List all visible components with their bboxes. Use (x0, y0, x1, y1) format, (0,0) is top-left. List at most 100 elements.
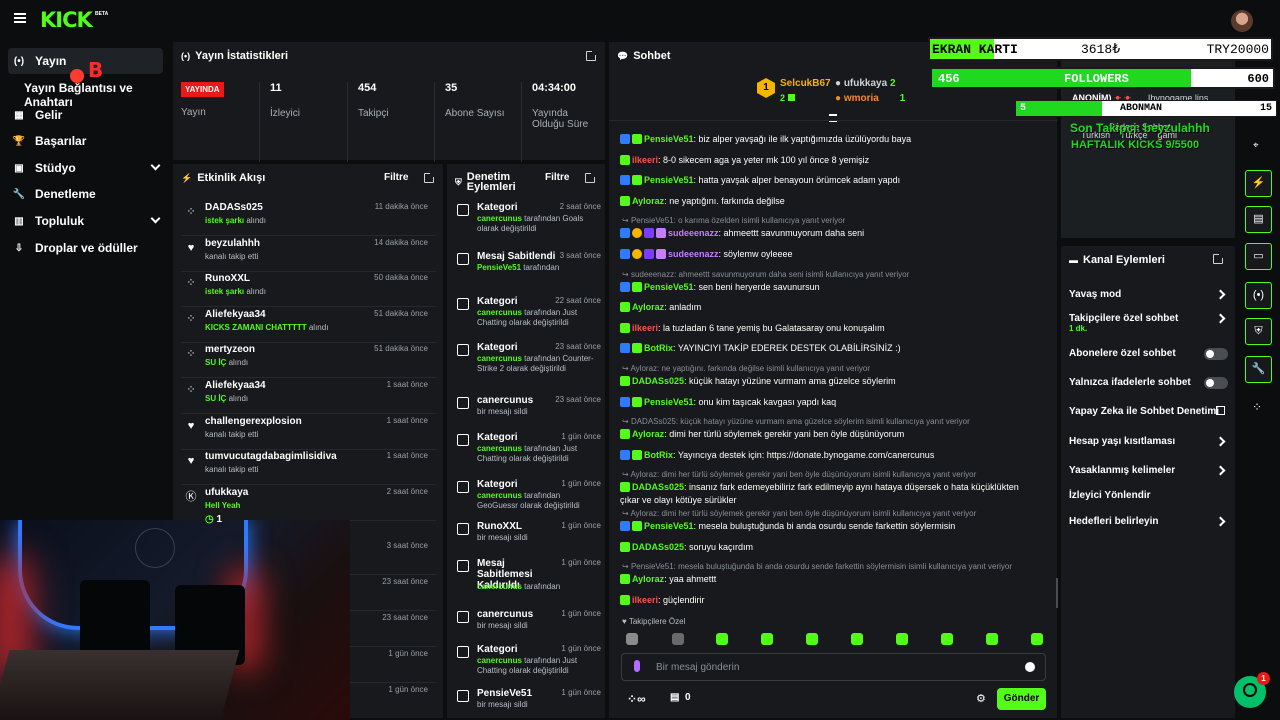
stream-stats-panel: (•) Yayın İstatistikleri YAYINDA Yayın 11 İ… (173, 42, 605, 162)
activity-username[interactable]: tumvucutagdabagimlisidiva (205, 451, 337, 462)
chat-username[interactable]: BotRix (644, 343, 673, 353)
emote-icon[interactable] (1031, 633, 1043, 645)
chat-scrollbar[interactable] (1056, 578, 1058, 608)
chat-username[interactable]: Ayloraz (632, 196, 664, 206)
chat-username[interactable]: PensieVe51 (644, 175, 694, 185)
chat-input[interactable]: Bir mesaj gönderin (621, 653, 1046, 681)
chat-username[interactable]: DADASs025 (632, 482, 684, 492)
emote-icon[interactable] (716, 633, 728, 645)
kick-logo[interactable]: KICK (40, 8, 93, 32)
chat-username[interactable]: sudeeenazz (668, 249, 719, 259)
moderation-user[interactable]: canercunus (477, 491, 522, 500)
chat-username[interactable]: sudeeenazz (668, 228, 719, 238)
emote-icon[interactable] (941, 633, 953, 645)
chat-username[interactable]: ilkeeri (632, 323, 658, 333)
chat-username[interactable]: ilkeeri (632, 155, 658, 165)
channel-action-3[interactable]: Abonelere özel sohbet (1069, 348, 1176, 359)
activity-username[interactable]: mertyzeon (205, 344, 255, 355)
moderation-time: 1 gün önce (561, 521, 601, 530)
leaderboard-name[interactable]: SelcukB67 (780, 78, 831, 89)
channel-action-4[interactable]: Yalnızca ifadelerle sohbet (1069, 377, 1191, 388)
activity-detail: istek şarkı alındı (205, 287, 266, 296)
avatar[interactable] (1231, 10, 1253, 32)
chat-username[interactable]: PensieVe51 (644, 521, 694, 531)
channel-action-5[interactable]: Yapay Zeka ile Sohbet Denetimi (1069, 406, 1219, 417)
trash-icon (457, 523, 469, 535)
settings-gear-icon[interactable]: ⚙ (976, 692, 986, 705)
quick-broadcast-button[interactable]: (•) (1245, 282, 1272, 309)
leaderboard-third[interactable]: ● wmoria 1 (835, 93, 905, 104)
community-icon[interactable]: ⁘ (1252, 400, 1262, 414)
chat-points[interactable]: ⁘∞ (627, 692, 646, 706)
expand-icon[interactable] (585, 172, 596, 183)
expand-icon[interactable] (586, 50, 597, 61)
moderation-user[interactable]: canercunus (477, 582, 522, 591)
sidebar-item-basarilar[interactable]: 🏆 Başarılar (8, 128, 163, 154)
chat-username[interactable]: PensieVe51 (644, 282, 694, 292)
chat-username[interactable]: ilkeeri (632, 595, 658, 605)
activity-username[interactable]: RunoXXL (205, 273, 250, 284)
external-link-icon[interactable] (1216, 406, 1225, 415)
filter-button[interactable]: Filtre (384, 172, 408, 183)
moderation-user[interactable]: canercunus (477, 354, 522, 363)
chat-username[interactable]: BotRix (644, 450, 673, 460)
activity-username[interactable]: challengerexplosion (205, 416, 302, 427)
emote-icon[interactable] (761, 633, 773, 645)
moderation-user[interactable]: canercunus (477, 308, 522, 317)
channel-action-2[interactable]: Takipçilere özel sohbet 1 dk. (1069, 313, 1178, 333)
menu-icon[interactable] (14, 13, 26, 23)
toggle-switch[interactable] (1204, 348, 1228, 360)
chat-username[interactable]: PensieVe51 (644, 397, 694, 407)
emote-icon[interactable] (851, 633, 863, 645)
channel-action-9[interactable]: Hedefleri belirleyin (1069, 516, 1158, 527)
filter-button[interactable]: Filtre (545, 172, 569, 183)
moderation-user[interactable]: canercunus (477, 444, 522, 453)
mic-icon[interactable] (634, 660, 640, 672)
sidebar-item-studyo[interactable]: ▣ Stüdyo (8, 155, 163, 181)
quick-tools-button[interactable]: 🔧 (1245, 356, 1272, 383)
expand-icon[interactable] (424, 172, 435, 183)
send-button[interactable]: Gönder (997, 688, 1046, 710)
emote-icon[interactable] (806, 633, 818, 645)
expand-icon[interactable] (1213, 253, 1224, 264)
chat-username[interactable]: DADASs025 (632, 376, 684, 386)
emote-icon[interactable] (626, 633, 638, 645)
moderation-user[interactable]: PensieVe51 (477, 263, 521, 272)
activity-username[interactable]: Aliefekyaa34 (205, 380, 266, 391)
quick-mod-button[interactable]: ⛨ (1245, 318, 1272, 345)
quick-notes-button[interactable]: ▤ (1245, 206, 1272, 233)
sidebar-item-denetleme[interactable]: 🔧 Denetleme (8, 181, 163, 207)
quick-chat-button[interactable]: ▭ (1245, 243, 1272, 270)
emoji-icon[interactable] (1025, 662, 1035, 672)
activity-username[interactable]: ufukkaya (205, 487, 248, 498)
chat-username[interactable]: Ayloraz (632, 429, 664, 439)
quick-bolt-button[interactable]: ⚡ (1245, 170, 1272, 197)
leaderboard-second[interactable]: ● ufukkaya 2 (835, 78, 896, 89)
gift-counter[interactable]: ▤ 0 (670, 692, 691, 703)
chat-username[interactable]: Ayloraz (632, 574, 664, 584)
sidebar-item-droplar[interactable]: ⇩ Droplar ve ödüller (8, 235, 163, 261)
channel-action-6[interactable]: Hesap yaşı kısıtlaması (1069, 436, 1175, 447)
emote-icon[interactable] (672, 633, 684, 645)
chat-username[interactable]: Ayloraz (632, 302, 664, 312)
support-button[interactable]: 1 (1234, 672, 1270, 708)
activity-username[interactable]: beyzulahhh (205, 238, 260, 249)
focus-icon[interactable]: ⌖ (1253, 140, 1259, 151)
channel-action-1[interactable]: Yavaş mod (1069, 289, 1121, 300)
sidebar-item-yayin[interactable]: (•) Yayın (8, 48, 163, 74)
weekly-kicks-text: HAFTALIK KICKS 9/5500 (1071, 139, 1200, 151)
emote-icon[interactable] (986, 633, 998, 645)
channel-action-8[interactable]: İzleyici Yönlendir (1069, 490, 1151, 501)
activity-username[interactable]: Aliefekyaa34 (205, 309, 266, 320)
chat-username[interactable]: DADASs025 (632, 542, 684, 552)
sidebar-item-gelir[interactable]: ▦ Gelir (8, 102, 163, 128)
chat-username[interactable]: PensieVe51 (644, 134, 694, 144)
activity-detail: kanalı takip etti (205, 430, 258, 439)
activity-username[interactable]: DADASs025 (205, 202, 263, 213)
toggle-switch[interactable] (1204, 377, 1228, 389)
moderation-user[interactable]: canercunus (477, 656, 522, 665)
emote-icon[interactable] (896, 633, 908, 645)
moderation-user[interactable]: canercunus (477, 214, 522, 223)
sidebar-item-topluluk[interactable]: ▥ Topluluk (8, 208, 163, 234)
channel-action-7[interactable]: Yasaklanmış kelimeler (1069, 465, 1175, 476)
